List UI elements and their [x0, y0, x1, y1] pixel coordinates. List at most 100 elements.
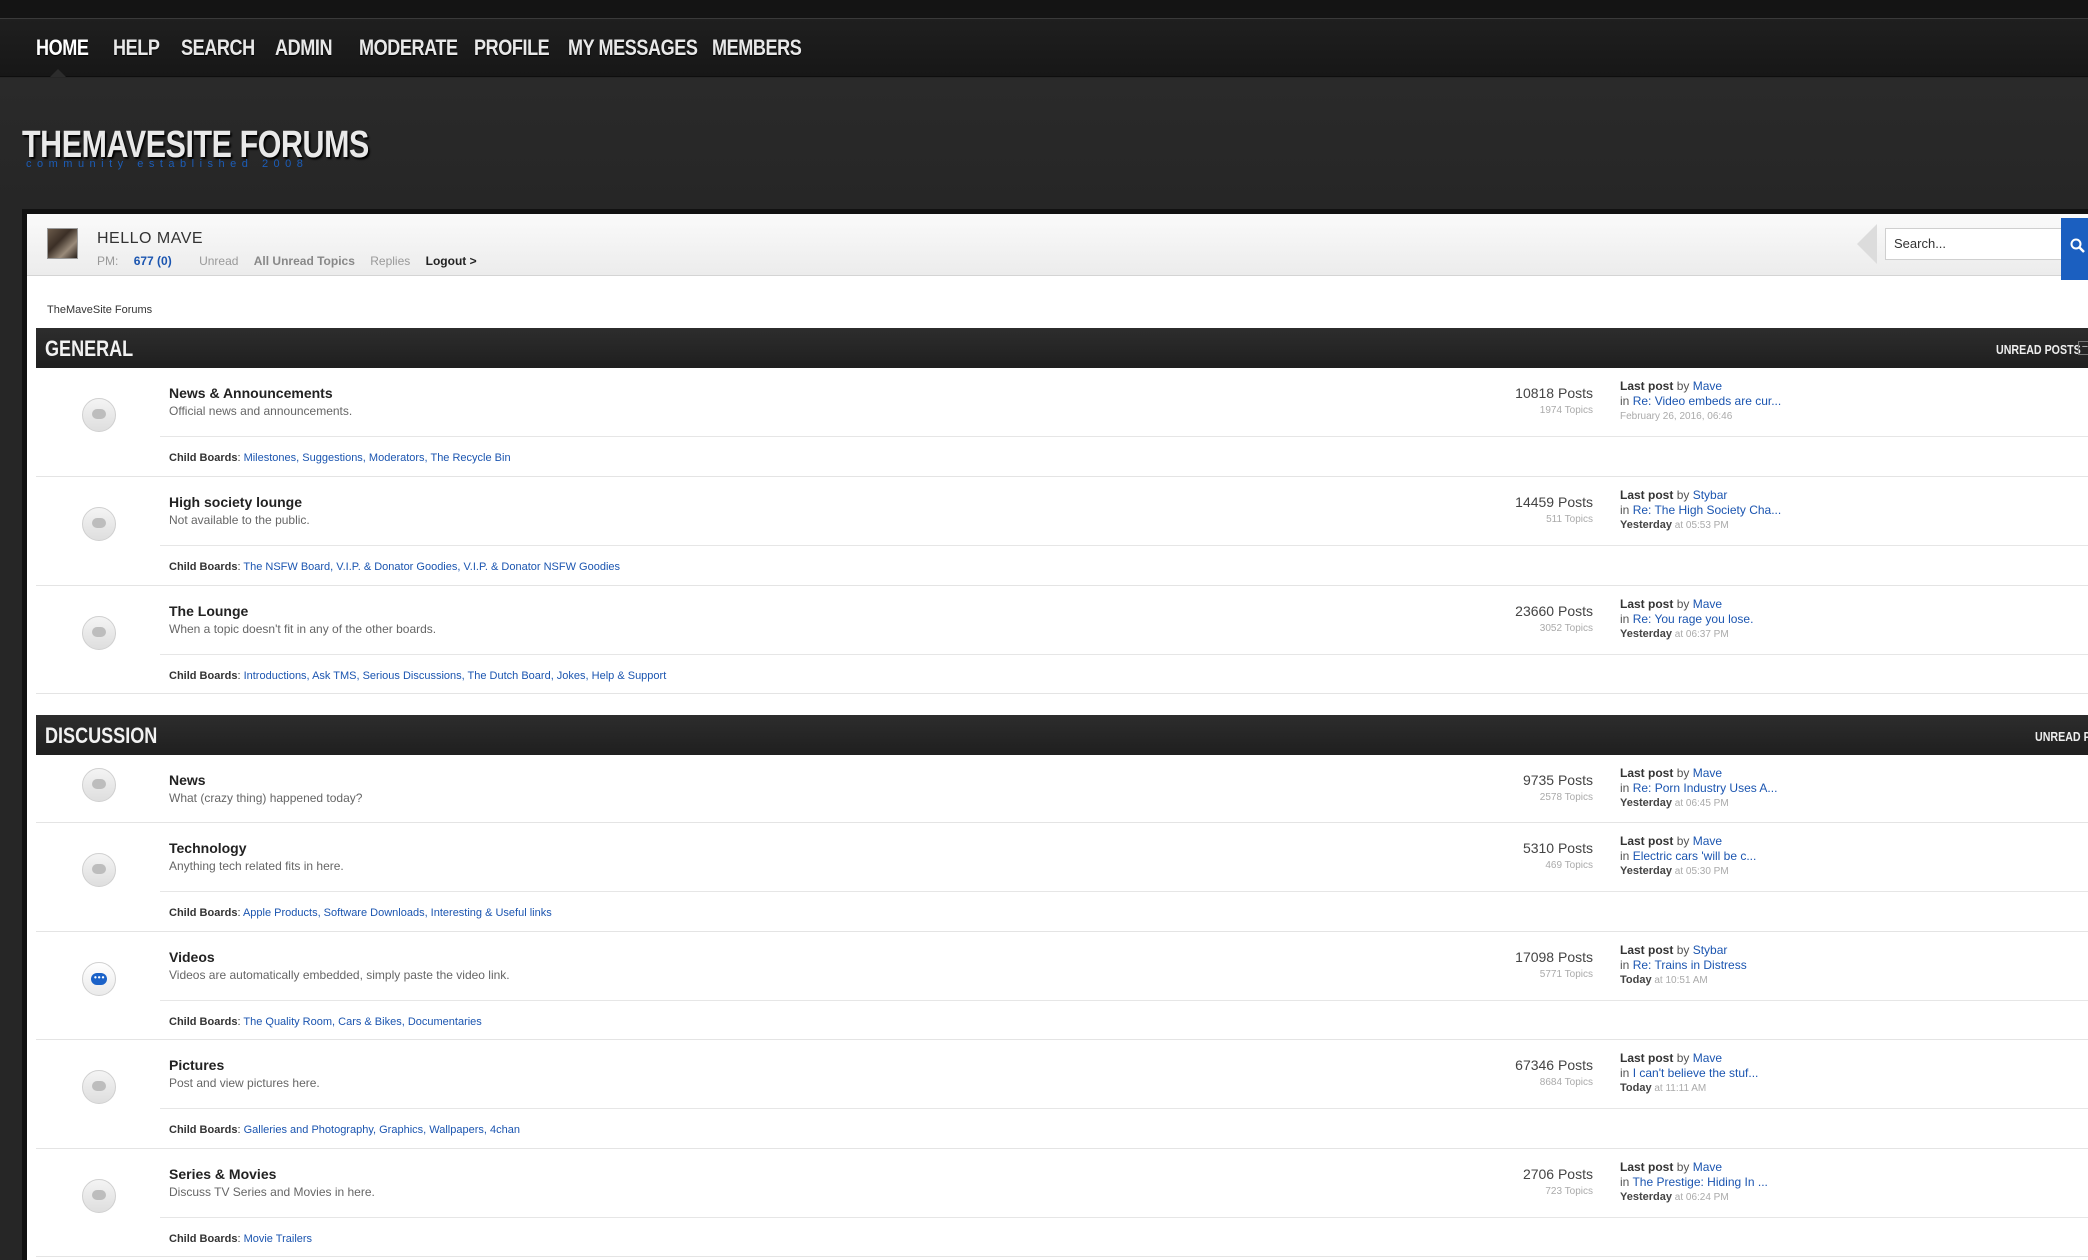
child-boards-label: Child Boards: [169, 1016, 238, 1028]
last-post-info: Last post by Mave in The Prestige: Hidin…: [1620, 1160, 1768, 1205]
topic-count: 3052 Topics: [1539, 623, 1593, 634]
nav-help[interactable]: HELP: [113, 35, 160, 61]
board-name[interactable]: Technology: [169, 840, 247, 856]
child-boards: Child Boards: Introductions, Ask TMS, Se…: [169, 670, 667, 682]
all-unread-topics-link[interactable]: All Unread Topics: [254, 254, 355, 268]
active-nav-indicator: [50, 69, 66, 77]
last-post-date: Yesterday at 06:37 PM: [1620, 627, 1753, 642]
last-post-author[interactable]: Mave: [1693, 597, 1722, 611]
last-post-author[interactable]: Mave: [1693, 766, 1722, 780]
board-status-icon: [82, 1179, 116, 1213]
category-title[interactable]: DISCUSSION: [45, 723, 157, 749]
nav-my-messages[interactable]: MY MESSAGES: [568, 35, 698, 61]
breadcrumb[interactable]: TheMaveSite Forums: [47, 304, 152, 316]
user-links: PM: 677 (0) Unread All Unread Topics Rep…: [97, 254, 489, 268]
by-label: by: [1676, 943, 1690, 957]
user-bar: HELLO MAVE PM: 677 (0) Unread All Unread…: [27, 214, 2088, 280]
child-board-links[interactable]: Introductions, Ask TMS, Serious Discussi…: [244, 670, 667, 682]
child-board-links[interactable]: The Quality Room, Cars & Bikes, Document…: [243, 1016, 481, 1028]
board-row: News & Announcements Official news and a…: [36, 368, 2088, 477]
by-label: by: [1676, 488, 1690, 502]
board-row: Series & Movies Discuss TV Series and Mo…: [36, 1149, 2088, 1257]
child-boards-label: Child Boards: [169, 1233, 238, 1245]
unread-link[interactable]: Unread: [199, 254, 238, 268]
last-post-label: Last post: [1620, 379, 1674, 393]
board-status-icon: [82, 853, 116, 887]
pm-count-link[interactable]: 677 (0): [134, 254, 172, 268]
last-post-time: at 10:51 AM: [1654, 975, 1708, 986]
board-status-icon: [82, 1070, 116, 1104]
child-board-links[interactable]: Apple Products, Software Downloads, Inte…: [243, 907, 552, 919]
board-name[interactable]: Series & Movies: [169, 1166, 276, 1182]
search-notch: [1857, 224, 1877, 264]
last-post-topic[interactable]: The Prestige: Hiding In ...: [1632, 1175, 1767, 1189]
child-boards: Child Boards: Milestones, Suggestions, M…: [169, 452, 511, 464]
last-post-topic[interactable]: Re: Video embeds are cur...: [1633, 394, 1782, 408]
last-post-author[interactable]: Stybar: [1693, 488, 1728, 502]
board-row: High society lounge Not available to the…: [36, 477, 2088, 586]
board-row: Technology Anything tech related fits in…: [36, 823, 2088, 932]
last-post-date: Yesterday at 06:45 PM: [1620, 796, 1777, 811]
last-post-label: Last post: [1620, 488, 1674, 502]
post-count: 10818 Posts: [1515, 385, 1593, 401]
last-post-day: Yesterday: [1620, 865, 1672, 877]
in-label: in: [1620, 503, 1630, 517]
search-input[interactable]: Search...: [1885, 228, 2063, 260]
search-button[interactable]: [2061, 218, 2088, 280]
logout-link[interactable]: Logout >: [426, 254, 477, 268]
board-name[interactable]: News & Announcements: [169, 385, 333, 401]
in-label: in: [1620, 612, 1630, 626]
nav-search[interactable]: SEARCH: [181, 35, 255, 61]
board-name[interactable]: High society lounge: [169, 494, 302, 510]
board-description: Post and view pictures here.: [169, 1076, 320, 1090]
avatar[interactable]: [47, 228, 78, 259]
last-post-topic[interactable]: Re: You rage you lose.: [1633, 612, 1754, 626]
nav-admin[interactable]: ADMIN: [275, 35, 332, 61]
board-name[interactable]: News: [169, 772, 206, 788]
in-label: in: [1620, 1066, 1630, 1080]
child-board-links[interactable]: Movie Trailers: [244, 1233, 312, 1245]
user-greeting: HELLO MAVE: [97, 230, 204, 247]
last-post-label: Last post: [1620, 597, 1674, 611]
collapse-icon[interactable]: −: [2078, 341, 2088, 355]
last-post-day: Yesterday: [1620, 628, 1672, 640]
by-label: by: [1676, 379, 1690, 393]
board-name[interactable]: The Lounge: [169, 603, 248, 619]
by-label: by: [1676, 1051, 1690, 1065]
topic-count: 723 Topics: [1545, 1186, 1593, 1197]
last-post-topic[interactable]: Re: Trains in Distress: [1633, 958, 1747, 972]
last-post-author[interactable]: Mave: [1693, 379, 1722, 393]
child-board-divider: [160, 436, 2088, 437]
last-post-info: Last post by Mave in Electric cars 'will…: [1620, 834, 1756, 879]
child-boards: Child Boards: Movie Trailers: [169, 1233, 313, 1245]
child-boards: Child Boards: Apple Products, Software D…: [169, 907, 552, 919]
last-post-date: Today at 11:11 AM: [1620, 1081, 1758, 1096]
board-name[interactable]: Pictures: [169, 1057, 224, 1073]
category-header-discussion: DISCUSSION UNREAD POSTS: [36, 715, 2088, 755]
child-board-links[interactable]: Galleries and Photography, Graphics, Wal…: [244, 1124, 520, 1136]
last-post-author[interactable]: Mave: [1693, 1160, 1722, 1174]
last-post-author[interactable]: Stybar: [1693, 943, 1728, 957]
unread-posts-link[interactable]: UNREAD POSTS: [2035, 729, 2088, 744]
child-boards: Child Boards: The NSFW Board, V.I.P. & D…: [169, 561, 621, 573]
child-board-links[interactable]: The NSFW Board, V.I.P. & Donator Goodies…: [243, 561, 620, 573]
replies-link[interactable]: Replies: [370, 254, 410, 268]
last-post-day: Yesterday: [1620, 797, 1672, 809]
last-post-info: Last post by Mave in Re: Porn Industry U…: [1620, 766, 1777, 811]
nav-moderate[interactable]: MODERATE: [359, 35, 458, 61]
last-post-topic[interactable]: I can't believe the stuf...: [1633, 1066, 1759, 1080]
board-name[interactable]: Videos: [169, 949, 215, 965]
child-board-links[interactable]: Milestones, Suggestions, Moderators, The…: [244, 452, 511, 464]
last-post-topic[interactable]: Re: Porn Industry Uses A...: [1633, 781, 1778, 795]
board-new-posts-icon: •••: [82, 962, 116, 996]
unread-posts-link[interactable]: UNREAD POSTS: [1996, 342, 2081, 357]
last-post-author[interactable]: Mave: [1693, 1051, 1722, 1065]
nav-profile[interactable]: PROFILE: [474, 35, 550, 61]
nav-home[interactable]: HOME: [36, 35, 89, 61]
last-post-topic[interactable]: Re: The High Society Cha...: [1633, 503, 1782, 517]
last-post-topic[interactable]: Electric cars 'will be c...: [1633, 849, 1757, 863]
nav-members[interactable]: MEMBERS: [712, 35, 802, 61]
last-post-author[interactable]: Mave: [1693, 834, 1722, 848]
child-boards: Child Boards: The Quality Room, Cars & B…: [169, 1016, 482, 1028]
category-title[interactable]: GENERAL: [45, 336, 133, 362]
